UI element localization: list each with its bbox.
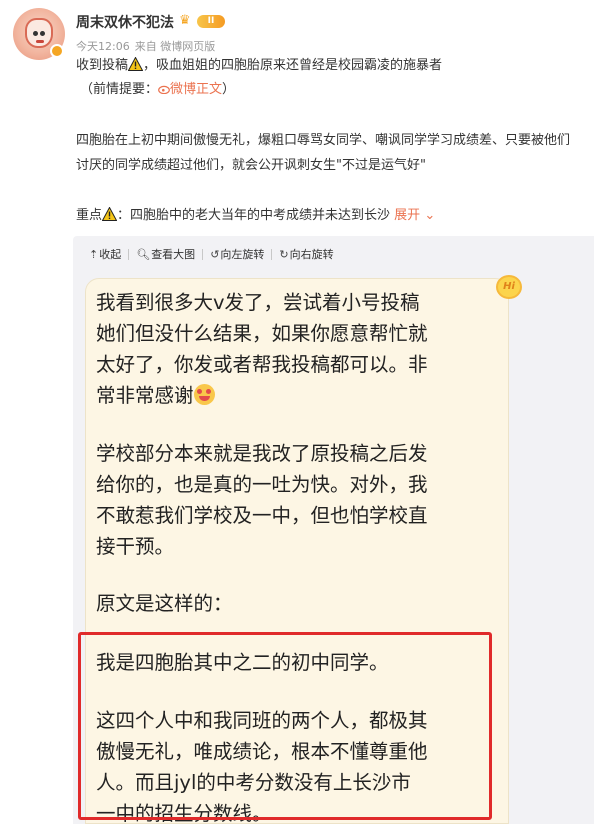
post-source: 来自 微博网页版 bbox=[134, 40, 216, 53]
weibo-icon bbox=[158, 82, 170, 95]
post-time[interactable]: 今天12:06 bbox=[76, 38, 130, 54]
expand-label: 展开 bbox=[394, 208, 421, 223]
red-highlight-box bbox=[78, 632, 492, 820]
toolbar-divider bbox=[202, 248, 204, 260]
image-text-line: 不敢惹我们学校及一中，但也怕学校直 bbox=[96, 504, 428, 527]
post-text: （前情提要： bbox=[80, 82, 159, 97]
post-text: ，吸血姐姐的四胞胎原来还曾经是校园霸凌的施暴者 bbox=[143, 58, 443, 73]
post-key-line: 重点 ：四胞胎中的老大当年的中考成绩并未达到长沙 展开 ⌄ bbox=[76, 206, 435, 225]
post-line-2: （前情提要： 微博正文） bbox=[80, 81, 235, 99]
post-line-1: 收到投稿 ，吸血姐姐的四胞胎原来还曾经是校园霸凌的施暴者 bbox=[76, 56, 443, 75]
image-text-line: 太好了，你发或者帮我投稿都可以。非 bbox=[96, 353, 428, 376]
expand-button[interactable]: 展开 ⌄ bbox=[394, 208, 435, 223]
avatar-eye bbox=[33, 31, 38, 36]
post-paragraph-1-line-2: 讨厌的同学成绩超过他们，就会公开讽刺女生"不过是运气好" bbox=[76, 158, 426, 173]
warning-icon bbox=[127, 56, 144, 71]
original-post-link-text: 微博正文 bbox=[170, 82, 223, 97]
vip-level: II bbox=[197, 14, 225, 28]
rotate-right-label: 向右旋转 bbox=[289, 248, 334, 261]
chevron-down-icon: ⌄ bbox=[420, 208, 436, 223]
smiling-hearts-emoji bbox=[193, 384, 215, 405]
avatar-face bbox=[25, 18, 53, 48]
username[interactable]: 周末双休不犯法 bbox=[76, 12, 174, 32]
zoom-icon: 🔍︎ bbox=[136, 247, 151, 261]
rotate-right-button[interactable]: ↻ 向右旋转 bbox=[279, 246, 333, 262]
toolbar-divider bbox=[128, 248, 130, 260]
image-toolbar: ⇡ 收起 🔍︎ 查看大图 ↺ 向左旋转 ↻ 向右旋转 bbox=[73, 236, 334, 272]
avatar-eye bbox=[40, 31, 45, 36]
avatar-mouth bbox=[36, 40, 44, 43]
hi-badge-icon: Hi bbox=[496, 275, 522, 299]
crown-icon: ♛ bbox=[179, 13, 191, 28]
image-text-line: 她们但没什么结果，如果你愿意帮忙就 bbox=[96, 322, 428, 345]
rotate-right-icon: ↻ bbox=[279, 247, 289, 261]
post-paragraph-1-line-1: 四胞胎在上初中期间傲慢无礼，爆粗口辱骂女同学、嘲讽同学学习成绩差、只要被他们 bbox=[76, 133, 571, 148]
heart-eye bbox=[205, 389, 211, 394]
collapse-icon: ⇡ bbox=[89, 247, 99, 261]
post-text: 重点 bbox=[76, 208, 103, 223]
view-large-label: 查看大图 bbox=[151, 248, 196, 261]
original-post-link[interactable]: 微博正文 bbox=[158, 82, 222, 97]
view-large-button[interactable]: 🔍︎ 查看大图 bbox=[136, 246, 195, 262]
image-text-line: 接干预。 bbox=[96, 535, 175, 558]
image-text-line: 学校部分本来就是我改了原投稿之后发 bbox=[96, 442, 428, 465]
verified-badge-icon bbox=[50, 44, 64, 58]
rotate-left-icon: ↺ bbox=[210, 247, 220, 261]
post-text: ） bbox=[222, 82, 236, 97]
post-text: 收到投稿 bbox=[76, 58, 129, 73]
collapse-label: 收起 bbox=[99, 248, 122, 261]
toolbar-divider bbox=[271, 248, 273, 260]
warning-icon bbox=[101, 206, 118, 221]
image-text-line: 原文是这样的： bbox=[96, 592, 233, 615]
rotate-left-button[interactable]: ↺ 向左旋转 bbox=[210, 246, 264, 262]
post-text: ：四胞胎中的老大当年的中考成绩并未达到长沙 bbox=[117, 208, 391, 223]
image-text-line: 常非常感谢 bbox=[96, 384, 194, 407]
heart-eye bbox=[196, 389, 202, 394]
image-text-line: 给你的，也是真的一吐为快。对外，我 bbox=[96, 473, 428, 496]
image-text-line-with-emoji: 常非常感谢 bbox=[96, 380, 215, 411]
post-meta: 今天12:06 来自 微博网页版 bbox=[76, 38, 215, 54]
collapse-button[interactable]: ⇡ 收起 bbox=[89, 246, 121, 262]
vip-badge[interactable]: ♛ II bbox=[179, 13, 225, 29]
rotate-left-label: 向左旋转 bbox=[220, 248, 265, 261]
image-text-line: 我看到很多大v发了，尝试着小号投稿 bbox=[96, 291, 420, 314]
